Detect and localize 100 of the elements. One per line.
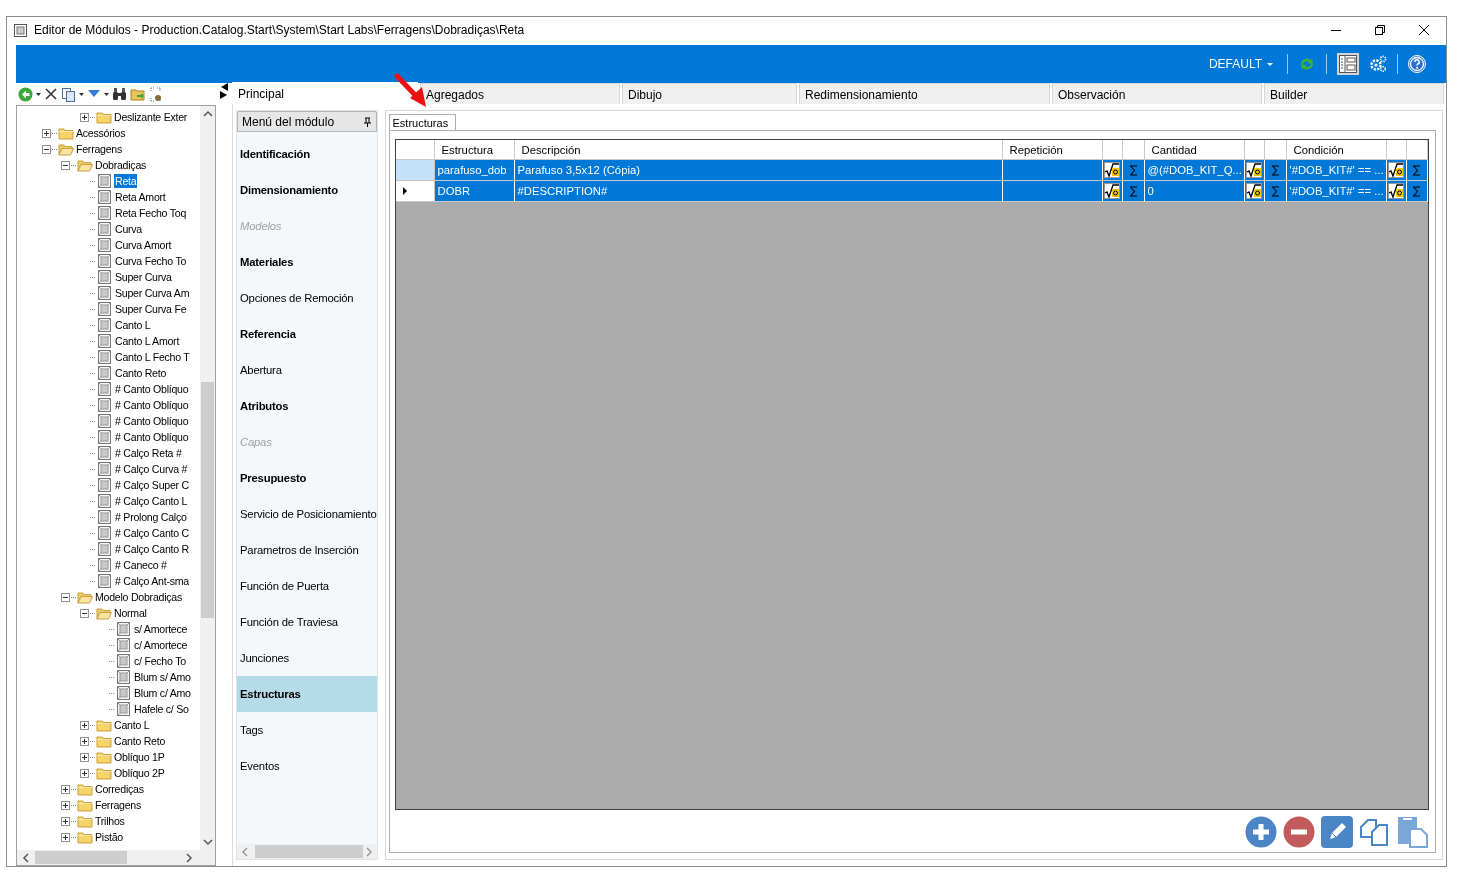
help-icon[interactable] xyxy=(1408,55,1426,73)
binoculars-icon[interactable] xyxy=(112,87,127,101)
caret-icon[interactable] xyxy=(104,92,109,96)
collapse-icon[interactable] xyxy=(42,144,51,154)
scrollbar[interactable] xyxy=(237,844,377,859)
tab[interactable]: Dibujo xyxy=(622,83,797,104)
expand-icon[interactable] xyxy=(80,112,89,122)
copy-icon[interactable] xyxy=(61,86,76,102)
menu-item[interactable]: Función de Traviesa xyxy=(237,604,377,640)
scroll-thumb[interactable] xyxy=(35,851,127,864)
tree-item[interactable]: Trilhos xyxy=(94,814,126,828)
tree-item[interactable]: Curva Fecho To xyxy=(114,254,188,268)
close-icon[interactable] xyxy=(1419,25,1429,35)
caret-icon[interactable] xyxy=(79,92,84,96)
menu-item[interactable]: Atributos xyxy=(237,388,377,424)
tab[interactable]: Observación xyxy=(1052,83,1262,104)
tree-item[interactable]: # Canto Oblíquo xyxy=(114,382,190,396)
tree-item[interactable]: Blum s/ Amo xyxy=(133,670,192,684)
collapse-icon[interactable] xyxy=(61,592,70,602)
menu-item[interactable]: Eventos xyxy=(237,748,377,784)
scroll-up-icon[interactable] xyxy=(202,110,213,118)
scroll-thumb[interactable] xyxy=(201,382,214,618)
tree-item[interactable]: Curva xyxy=(114,222,143,236)
tree-item[interactable]: Canto L Amort xyxy=(114,334,181,348)
remove-icon[interactable] xyxy=(1282,816,1315,848)
tree-item[interactable]: Oblíquo 1P xyxy=(113,750,166,764)
tree-item[interactable]: # Calço Ant-sma xyxy=(114,574,190,588)
scrollbar[interactable] xyxy=(17,850,215,865)
tree-item[interactable]: # Caneco # xyxy=(114,558,168,572)
tree-item[interactable]: c/ Fecho To xyxy=(133,654,187,668)
tree-item[interactable]: Corrediças xyxy=(94,782,145,796)
tab[interactable]: Principal xyxy=(232,82,418,104)
edit-icon[interactable] xyxy=(1320,816,1353,848)
tree-item[interactable]: Ferragens xyxy=(75,142,124,156)
tree-item[interactable]: Ferragens xyxy=(94,798,143,812)
expand-icon[interactable] xyxy=(61,784,70,794)
tree-item[interactable]: s/ Amortece xyxy=(133,622,189,636)
menu-item[interactable]: Presupuesto xyxy=(237,460,377,496)
tree-item[interactable]: # Canto Oblíquo xyxy=(114,398,190,412)
tree-item[interactable]: Blum c/ Amo xyxy=(133,686,192,700)
expand-right-icon[interactable] xyxy=(220,91,228,99)
caret-icon[interactable] xyxy=(36,92,41,96)
menu-item[interactable]: Junciones xyxy=(237,640,377,676)
tree-item[interactable]: # Calço Super C xyxy=(114,478,190,492)
sum-icon[interactable] xyxy=(1412,185,1421,197)
tree-item[interactable]: Canto L Fecho T xyxy=(114,350,191,364)
scroll-left-icon[interactable] xyxy=(22,852,30,863)
tree-item[interactable]: # Calço Curva # xyxy=(114,462,189,476)
scroll-thumb[interactable] xyxy=(255,845,363,858)
expand-icon[interactable] xyxy=(80,752,89,762)
menu-item[interactable]: Tags xyxy=(237,712,377,748)
tree-item[interactable]: Canto L xyxy=(113,718,151,732)
layout-icon[interactable] xyxy=(1337,53,1359,75)
row-header[interactable] xyxy=(395,181,435,202)
restore-icon[interactable] xyxy=(1375,25,1385,35)
delete-icon[interactable] xyxy=(44,87,58,101)
profile-dropdown[interactable]: DEFAULT xyxy=(1204,55,1277,73)
tab[interactable]: Agregados xyxy=(420,83,620,104)
menu-item[interactable]: Servicio de Posicionamiento xyxy=(237,496,377,532)
tree-item[interactable]: Canto Reto xyxy=(113,734,167,748)
tree-item[interactable]: Reta xyxy=(114,174,138,188)
menu-item[interactable]: Función de Puerta xyxy=(237,568,377,604)
tree-item[interactable]: Normal xyxy=(113,606,148,620)
tree-item[interactable]: Deslizante Exter xyxy=(113,110,189,124)
menu-item[interactable]: Materiales xyxy=(237,244,377,280)
gears-icon[interactable] xyxy=(1369,55,1387,73)
tree-item[interactable]: # Canto Oblíquo xyxy=(114,430,190,444)
tree-item[interactable]: Curva Amort xyxy=(114,238,173,252)
sum-icon[interactable] xyxy=(1128,164,1138,176)
tree-item[interactable]: Super Curva xyxy=(114,270,173,284)
menu-item[interactable]: Abertura xyxy=(237,352,377,388)
tree-item[interactable]: Acessórios xyxy=(75,126,127,140)
expand-icon[interactable] xyxy=(61,800,70,810)
column-header[interactable]: Repetición xyxy=(1002,140,1103,160)
column-header[interactable]: Estructura xyxy=(434,140,515,160)
pin-icon[interactable] xyxy=(362,116,372,127)
tree-item[interactable]: # Canto Oblíquo xyxy=(114,414,190,428)
tree-item[interactable]: Super Curva Fe xyxy=(114,302,188,316)
sum-icon[interactable] xyxy=(1412,164,1421,176)
expand-icon[interactable] xyxy=(80,720,89,730)
collapse-icon[interactable] xyxy=(80,608,89,618)
column-header[interactable]: Cantidad xyxy=(1144,140,1245,160)
tree-item[interactable]: # Calço Canto C xyxy=(114,526,190,540)
tree-item[interactable]: Canto L xyxy=(114,318,152,332)
tree-item[interactable]: c/ Amortece xyxy=(133,638,189,652)
tree-item[interactable]: Oblíquo 2P xyxy=(113,766,166,780)
scroll-down-icon[interactable] xyxy=(202,838,213,846)
duplicate-icon[interactable] xyxy=(1358,816,1391,848)
sum-icon[interactable] xyxy=(1128,185,1138,197)
tree-item[interactable]: Super Curva Am xyxy=(114,286,191,300)
tree-item[interactable]: Pistão xyxy=(94,830,124,844)
tree-item[interactable]: # Prolong Calço xyxy=(114,510,188,524)
menu-item[interactable]: Estructuras xyxy=(237,676,377,712)
tab[interactable]: Redimensionamiento xyxy=(799,83,1050,104)
sum-icon[interactable] xyxy=(1270,164,1280,176)
menu-item[interactable]: Opciones de Remoción xyxy=(237,280,377,316)
scrollbar[interactable] xyxy=(200,106,215,850)
add-icon[interactable] xyxy=(1244,816,1277,848)
tree-item[interactable]: # Calço Canto L xyxy=(114,494,189,508)
expand-icon[interactable] xyxy=(80,768,89,778)
